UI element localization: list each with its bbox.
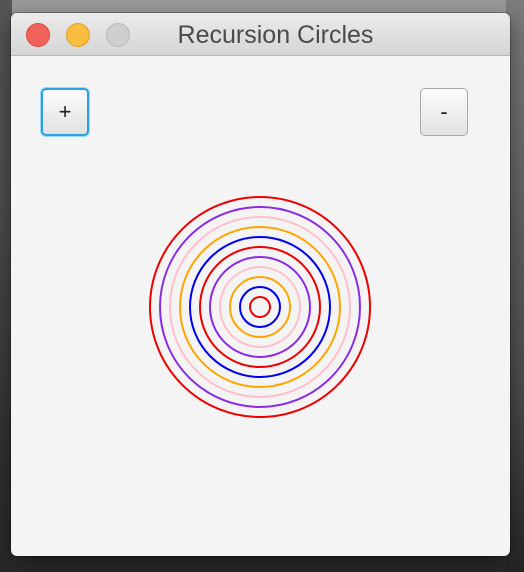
- circle-ring: [149, 196, 371, 418]
- canvas-area: + -: [11, 56, 510, 556]
- window-title: Recursion Circles: [177, 21, 374, 49]
- title-bar[interactable]: Recursion Circles: [11, 13, 510, 56]
- circle-ring: [179, 226, 341, 388]
- circle-ring: [239, 286, 281, 328]
- circle-ring: [199, 246, 321, 368]
- circle-ring: [249, 296, 271, 318]
- circle-ring: [209, 256, 311, 358]
- circle-ring: [169, 216, 351, 398]
- concentric-circles-drawing: [149, 196, 371, 418]
- circle-ring: [219, 266, 301, 348]
- app-window: Recursion Circles + -: [11, 13, 510, 556]
